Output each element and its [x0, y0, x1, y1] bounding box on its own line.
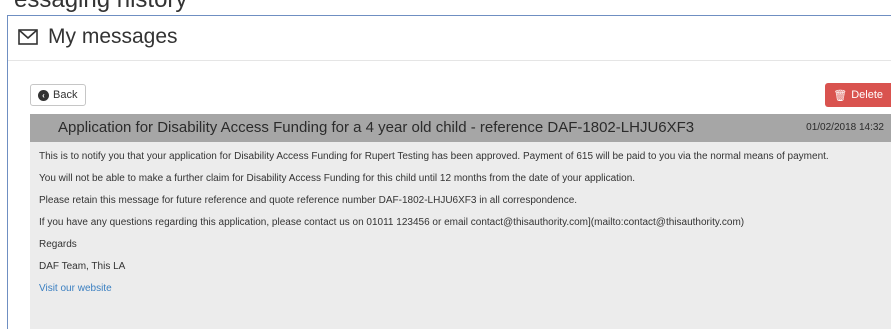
- message-header: Application for Disability Access Fundin…: [30, 114, 891, 142]
- back-button[interactable]: ‹ Back: [30, 84, 87, 106]
- message-line: You will not be able to make a further c…: [39, 173, 636, 184]
- message-date: 01/02/2018 14:32: [806, 122, 884, 133]
- chevron-circle-left-icon: ‹: [38, 89, 49, 101]
- message-line: DAF Team, This LA: [39, 261, 126, 272]
- message-line: Regards: [39, 239, 77, 250]
- trash-icon: 🗑: [833, 89, 848, 102]
- delete-button-label: Delete: [851, 89, 883, 101]
- message-subject: Application for Disability Access Fundin…: [58, 119, 695, 136]
- message-line: Please retain this message for future re…: [39, 195, 578, 206]
- message-body: This is to notify you that your applicat…: [30, 142, 891, 329]
- delete-button[interactable]: 🗑 Delete: [825, 83, 891, 107]
- messages-panel: My messages ‹ Back 🗑 Delete Application …: [7, 15, 891, 329]
- envelope-icon: [18, 29, 38, 45]
- back-button-label: Back: [53, 89, 78, 101]
- message-line: This is to notify you that your applicat…: [39, 151, 829, 162]
- page-heading-cutoff: essaging history: [14, 0, 187, 14]
- website-link[interactable]: Visit our website: [39, 283, 112, 294]
- panel-title: My messages: [48, 25, 178, 48]
- message-line: If you have any questions regarding this…: [39, 217, 745, 228]
- panel-header: My messages: [8, 16, 891, 61]
